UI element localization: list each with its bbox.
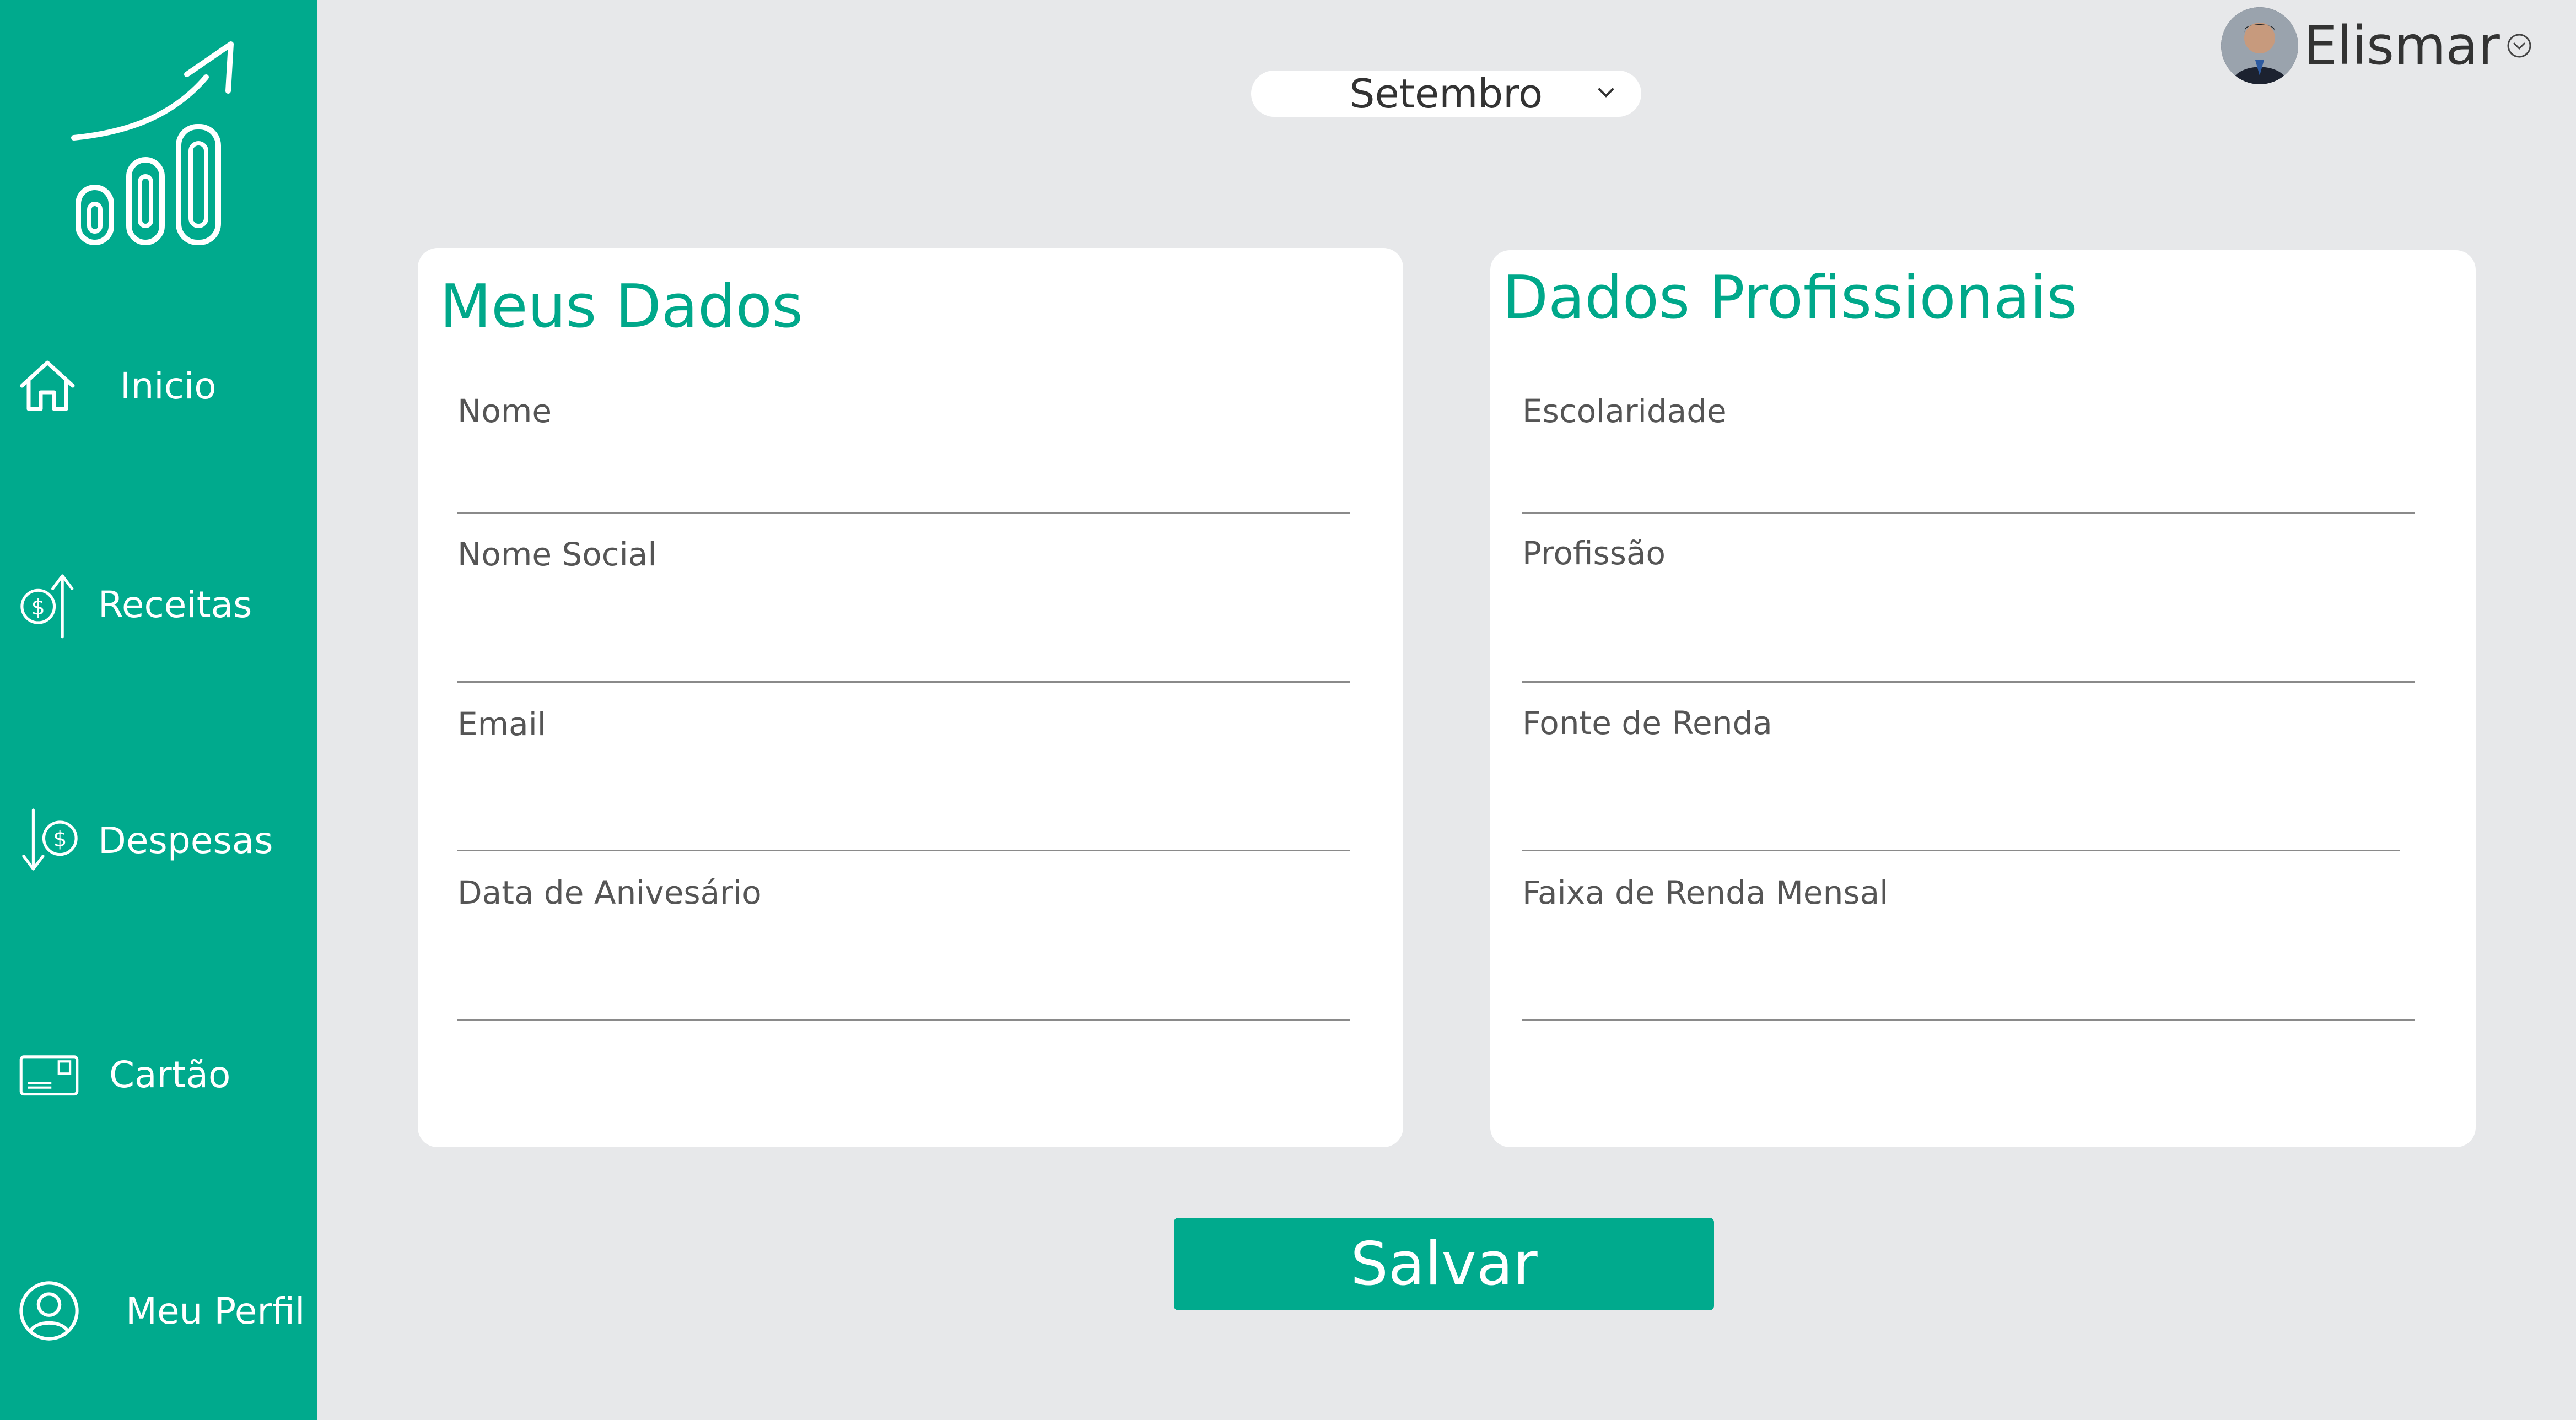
escolaridade-input[interactable] [1522,512,2415,514]
chevron-down-circle-icon[interactable] [2505,32,2533,60]
expense-icon: $ [19,793,79,887]
email-input[interactable] [457,850,1350,851]
app-logo-icon [71,41,234,245]
card-icon [19,1028,79,1121]
meus-dados-title: Meus Dados [440,272,803,341]
chevron-down-icon [1598,88,1614,98]
sidebar-item-despesas[interactable]: $ Despesas [19,793,273,887]
svg-text:$: $ [53,827,67,852]
svg-text:$: $ [31,595,45,620]
field-label-data-aniversario: Data de Anivesário [457,874,762,911]
month-select-value: Setembro [1349,71,1543,117]
save-button[interactable]: Salvar [1174,1218,1714,1310]
sidebar: Inicio $ Receitas $ Despesas Cartão Meu … [0,0,317,1420]
nome-input[interactable] [457,512,1350,514]
user-icon [19,1264,79,1358]
data-aniversario-input[interactable] [457,1019,1350,1021]
faixa-renda-input[interactable] [1522,1019,2415,1021]
sidebar-item-cartao[interactable]: Cartão [19,1028,230,1121]
dados-profissionais-title: Dados Profissionais [1502,263,2078,332]
field-label-nome: Nome [457,392,552,430]
sidebar-item-receitas[interactable]: $ Receitas [19,558,252,651]
meus-dados-card: Meus Dados Nome Nome Social Email Data d… [418,248,1403,1147]
sidebar-item-label: Meu Perfil [126,1289,305,1332]
sidebar-item-inicio[interactable]: Inicio [19,339,217,433]
home-icon [19,339,79,433]
user-name: Elismar [2304,15,2500,77]
field-label-email: Email [457,705,546,743]
field-label-profissao: Profissão [1522,534,1666,572]
nome-social-input[interactable] [457,681,1350,683]
income-icon: $ [19,558,79,651]
sidebar-item-label: Inicio [120,364,217,407]
sidebar-item-meu-perfil[interactable]: Meu Perfil [19,1264,305,1358]
fonte-renda-input[interactable] [1522,850,2400,851]
sidebar-item-label: Despesas [98,819,273,862]
user-menu[interactable]: Elismar [2221,4,2533,87]
dados-profissionais-card: Dados Profissionais Escolaridade Profiss… [1490,250,2476,1147]
avatar [2221,7,2298,84]
field-label-nome-social: Nome Social [457,536,657,573]
profissao-input[interactable] [1522,681,2415,683]
field-label-faixa-renda: Faixa de Renda Mensal [1522,874,1889,911]
sidebar-item-label: Receitas [98,583,252,626]
sidebar-item-label: Cartão [109,1053,231,1096]
month-select[interactable]: Setembro [1251,71,1641,117]
field-label-fonte-renda: Fonte de Renda [1522,704,1772,742]
field-label-escolaridade: Escolaridade [1522,392,1727,430]
